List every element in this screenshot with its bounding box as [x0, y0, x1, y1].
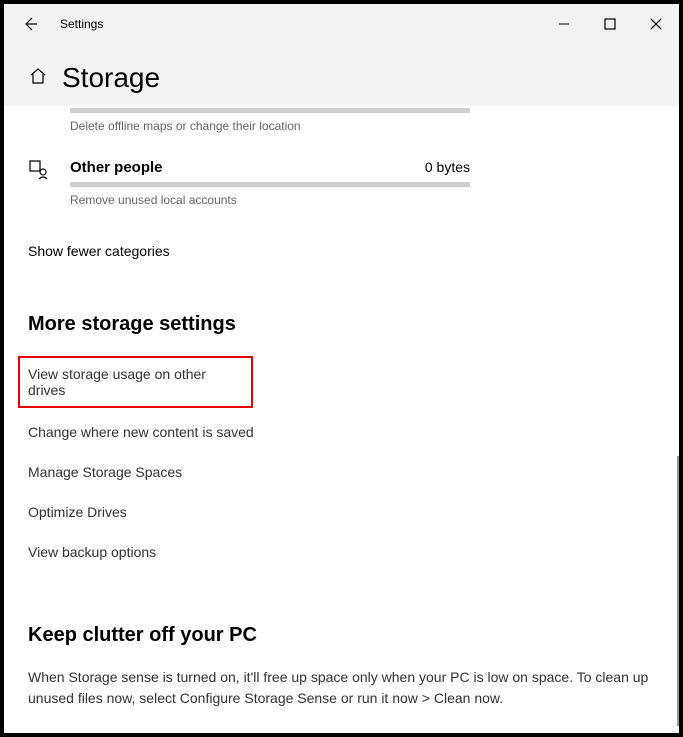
scrollbar[interactable]: [677, 456, 679, 726]
people-icon: [28, 159, 50, 181]
maximize-button[interactable]: [587, 4, 633, 44]
page-header: Storage: [4, 44, 679, 106]
clutter-section-title: Keep clutter off your PC: [28, 624, 655, 647]
manage-storage-spaces-link[interactable]: Manage Storage Spaces: [28, 464, 655, 480]
home-icon[interactable]: [28, 66, 48, 91]
storage-category-maps[interactable]: Delete offline maps or change their loca…: [28, 106, 655, 133]
maps-icon: [28, 106, 50, 128]
storage-item-size: 0 bytes: [425, 159, 470, 175]
more-settings-title: More storage settings: [28, 313, 655, 336]
storage-usage-bar: [70, 108, 470, 113]
storage-item-label: Other people: [70, 159, 163, 176]
minimize-button[interactable]: [541, 4, 587, 44]
window-title: Settings: [60, 17, 103, 31]
storage-category-other-people[interactable]: Other people 0 bytes Remove unused local…: [28, 159, 655, 207]
change-save-location-link[interactable]: Change where new content is saved: [28, 424, 655, 440]
content-area: Delete offline maps or change their loca…: [4, 106, 679, 735]
optimize-drives-link[interactable]: Optimize Drives: [28, 504, 655, 520]
storage-usage-bar: [70, 182, 470, 187]
titlebar: Settings: [4, 4, 679, 44]
view-other-drives-link[interactable]: View storage usage on other drives: [18, 356, 253, 408]
clutter-section-desc: When Storage sense is turned on, it'll f…: [28, 667, 655, 709]
page-title: Storage: [62, 62, 160, 94]
close-button[interactable]: [633, 4, 679, 44]
back-button[interactable]: [14, 8, 46, 40]
storage-item-desc: Delete offline maps or change their loca…: [70, 119, 470, 133]
storage-item-desc: Remove unused local accounts: [70, 193, 470, 207]
show-fewer-link[interactable]: Show fewer categories: [28, 243, 170, 259]
view-backup-options-link[interactable]: View backup options: [28, 544, 655, 560]
